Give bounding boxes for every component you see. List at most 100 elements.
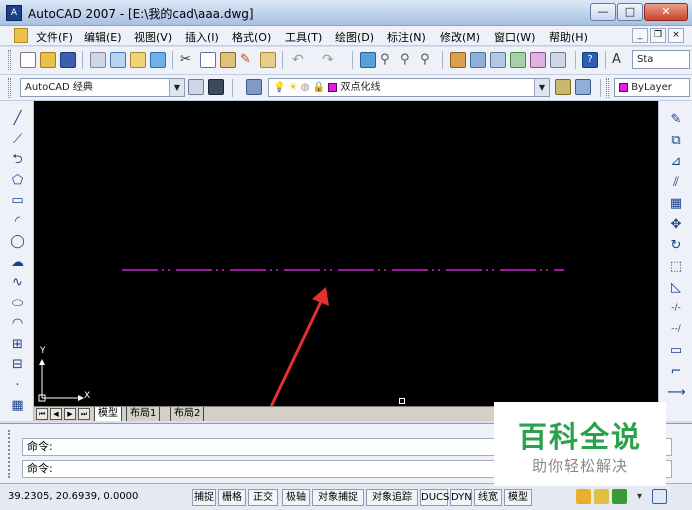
redo-icon[interactable]: ↷ [322,52,338,68]
point-icon[interactable]: · [9,378,26,394]
pan-icon[interactable] [360,52,376,68]
properties-icon[interactable] [450,52,466,68]
drawing-canvas[interactable]: Y X [34,101,658,406]
layer-previous-icon[interactable] [575,79,591,95]
last-tab-button[interactable]: ⏭ [78,408,90,420]
rectangle-icon[interactable]: ▭ [9,193,26,209]
close-button[interactable]: ✕ [644,3,688,21]
rotate-icon[interactable]: ↻ [667,237,685,254]
join-icon[interactable]: ⌐ [667,363,685,380]
scale-icon[interactable]: ⬚ [667,258,685,275]
polygon-icon[interactable]: ⬠ [9,173,26,189]
design-center-icon[interactable] [470,52,486,68]
menu-window[interactable]: 窗口(W) [494,29,535,45]
revcloud-icon[interactable]: ☁ [9,255,26,271]
snap-toggle[interactable]: 捕捉 [192,489,216,506]
break-icon[interactable]: ▭ [667,342,685,359]
zoom-previous-icon[interactable]: ⚲ [420,52,436,68]
insert-block-icon[interactable]: ⊞ [9,337,26,353]
ellipse-icon[interactable]: ⬭ [9,296,26,312]
model-space-toggle[interactable]: 模型 [504,489,532,506]
ducs-toggle[interactable]: DUCS [420,489,449,506]
zoom-realtime-icon[interactable]: ⚲ [380,52,396,68]
coordinate-readout[interactable]: 39.2305, 20.6939, 0.0000 [8,488,188,506]
menu-file[interactable]: 文件(F) [36,29,73,45]
stretch-icon[interactable]: ◺ [667,279,685,296]
markup-icon[interactable] [530,52,546,68]
text-style-icon[interactable]: A [612,52,628,68]
doc-restore-button[interactable]: ❐ [650,28,666,43]
print-icon[interactable] [90,52,106,68]
command-window-grip[interactable] [8,430,14,478]
lineweight-toggle[interactable]: 线宽 [474,489,502,506]
sheet-set-icon[interactable] [510,52,526,68]
zoom-window-icon[interactable]: ⚲ [400,52,416,68]
block-editor-icon[interactable] [260,52,276,68]
otrack-toggle[interactable]: 对象追踪 [366,489,418,506]
drawing-svg[interactable] [34,101,658,406]
status-menu-icon[interactable]: ▾ [632,489,647,504]
menu-format[interactable]: 格式(O) [232,29,271,45]
document-icon[interactable] [14,28,28,43]
mirror-icon[interactable]: ⊿ [667,153,685,170]
communication-center-icon[interactable] [576,489,591,504]
help-icon[interactable]: ? [582,52,598,68]
move-icon[interactable]: ✥ [667,216,685,233]
grid-toggle[interactable]: 栅格 [218,489,246,506]
autocad-app-icon[interactable]: A [6,5,22,21]
ortho-toggle[interactable]: 正交 [248,489,278,506]
next-tab-button[interactable]: ▶ [64,408,76,420]
trim-icon[interactable]: -/- [667,300,685,317]
paste-icon[interactable] [220,52,236,68]
chamfer-icon[interactable]: ⟶ [667,384,686,401]
tool-palettes-icon[interactable] [490,52,506,68]
quickcalc-icon[interactable] [550,52,566,68]
first-tab-button[interactable]: ⏮ [36,408,48,420]
chevron-down-icon[interactable]: ▼ [534,79,549,96]
extend-icon[interactable]: --/ [667,321,685,338]
doc-minimize-button[interactable]: _ [632,28,648,43]
line-icon[interactable]: ╱ [9,111,26,127]
osnap-toggle[interactable]: 对象捕捉 [312,489,364,506]
menu-modify[interactable]: 修改(M) [440,29,480,45]
menu-draw[interactable]: 绘图(D) [335,29,374,45]
workspace-select[interactable]: AutoCAD 经典 ▼ [20,78,185,97]
chevron-down-icon[interactable]: ▼ [169,79,184,96]
polar-toggle[interactable]: 极轴 [282,489,310,506]
doc-close-button[interactable]: × [668,28,684,43]
color-select[interactable]: ByLayer [614,78,690,97]
circle-icon[interactable]: ◯ [9,234,26,250]
cut-icon[interactable]: ✂ [180,52,196,68]
erase-icon[interactable]: ✎ [667,111,685,128]
minimize-button[interactable]: — [590,3,616,21]
offset-icon[interactable]: ⫽ [667,174,685,191]
cad-standards-icon[interactable] [612,489,627,504]
workspace-save-icon[interactable] [208,79,224,95]
array-icon[interactable]: ▦ [667,195,685,212]
tab-layout2[interactable]: 布局2 [170,407,205,421]
copy-icon[interactable]: ⧉ [667,132,685,149]
menu-edit[interactable]: 编辑(E) [84,29,122,45]
copy-icon[interactable] [200,52,216,68]
menu-help[interactable]: 帮助(H) [549,29,588,45]
ellipse-arc-icon[interactable]: ◠ [9,316,26,332]
arc-icon[interactable]: ◜ [9,214,26,230]
menu-tools[interactable]: 工具(T) [285,29,322,45]
tab-model[interactable]: 模型 [94,407,122,421]
workspace-settings-icon[interactable] [188,79,204,95]
text-style-select[interactable]: Sta [632,50,690,69]
open-icon[interactable] [40,52,56,68]
dyn-toggle[interactable]: DYN [450,489,472,506]
maximize-button[interactable]: □ [617,3,643,21]
plot-preview-icon[interactable] [110,52,126,68]
prev-tab-button[interactable]: ◀ [50,408,62,420]
menu-insert[interactable]: 插入(I) [185,29,219,45]
3d-dwf-icon[interactable] [150,52,166,68]
make-block-icon[interactable]: ⊟ [9,357,26,373]
polyline-icon[interactable]: ⮌ [9,152,26,168]
save-icon[interactable] [60,52,76,68]
clean-screen-icon[interactable] [652,489,667,504]
match-properties-icon[interactable]: ✎ [240,52,256,68]
menu-dimension[interactable]: 标注(N) [387,29,426,45]
publish-icon[interactable] [130,52,146,68]
